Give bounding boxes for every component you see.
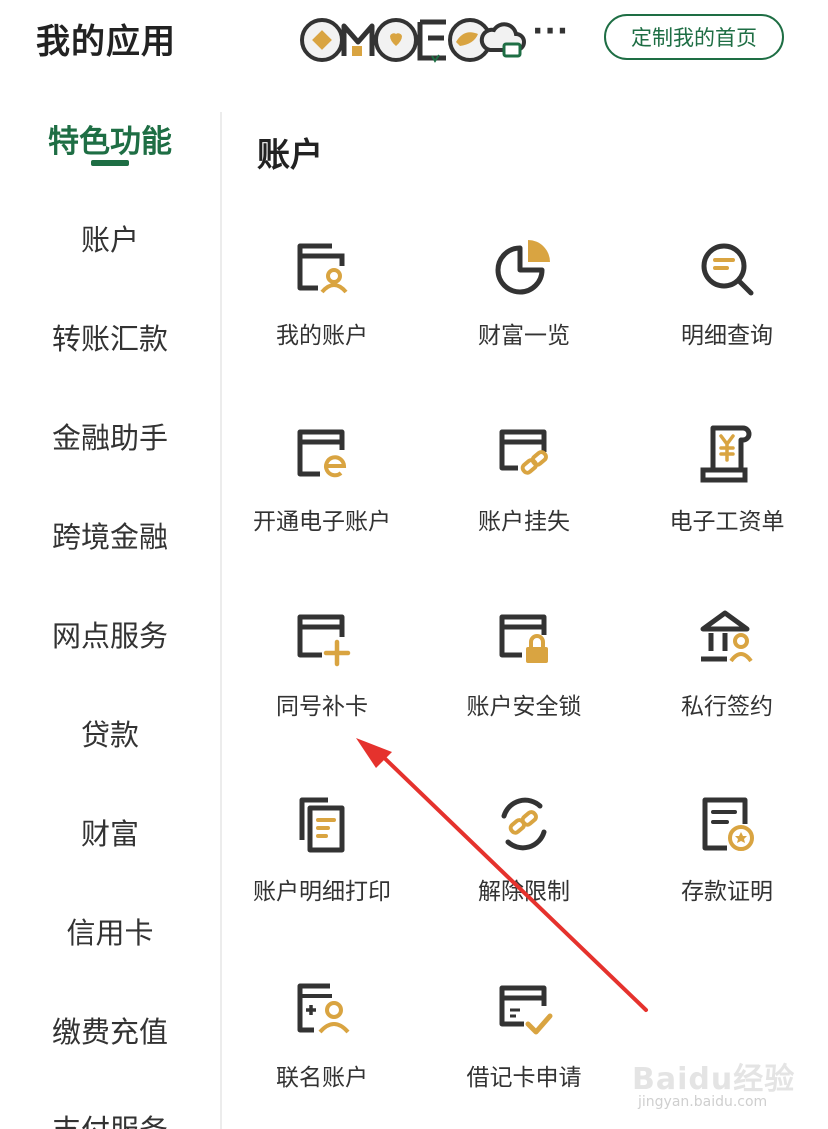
sidebar-item-wealth[interactable]: 财富	[0, 811, 220, 853]
tile-label: 同号补卡	[276, 694, 368, 720]
unlink-icon	[501, 797, 547, 851]
sidebar-item-finance-assistant[interactable]: 金融助手	[0, 415, 220, 457]
tile-label: 联名账户	[276, 1065, 368, 1091]
tile-private-banking[interactable]: 私行签约	[626, 609, 828, 759]
bank-user-icon	[700, 610, 753, 663]
tile-label: 借记卡申请	[466, 1065, 582, 1091]
card-lock-icon	[499, 614, 548, 663]
more-button[interactable]: ···	[532, 14, 569, 49]
sidebar-item-credit-card[interactable]: 信用卡	[0, 910, 220, 952]
tile-statement-print[interactable]: 账户明细打印	[221, 794, 423, 944]
tile-label: 私行签约	[681, 694, 773, 720]
tile-label: 存款证明	[681, 879, 773, 905]
active-indicator	[91, 160, 129, 166]
sidebar-item-cross-border[interactable]: 跨境金融	[0, 514, 220, 556]
header: 我的应用 ··· 定制我的首页	[0, 0, 828, 80]
payslip-icon	[700, 425, 752, 483]
category-sidebar: 特色功能 账户 转账汇款 金融助手 跨境金融 网点服务 贷款 财富 信用卡 缴费…	[0, 100, 220, 1129]
pie-chart-icon	[495, 240, 550, 295]
sidebar-item-payment-service[interactable]: 支付服务	[0, 1107, 220, 1129]
sidebar-item-loan[interactable]: 贷款	[0, 712, 220, 754]
tile-remove-restriction[interactable]: 解除限制	[423, 794, 625, 944]
tile-label: 账户明细打印	[253, 879, 391, 905]
card-check-icon	[499, 985, 553, 1035]
tile-label: 账户安全锁	[466, 694, 582, 720]
tile-deposit-certificate[interactable]: 存款证明	[626, 794, 828, 944]
tile-wealth-overview[interactable]: 财富一览	[423, 238, 625, 388]
print-docs-icon	[299, 797, 345, 853]
tile-my-account[interactable]: 我的账户	[221, 238, 423, 388]
tile-label: 电子工资单	[669, 509, 785, 535]
search-detail-icon	[701, 243, 754, 296]
sidebar-item-account[interactable]: 账户	[0, 217, 220, 259]
card-e-icon	[297, 429, 347, 478]
tile-report-loss[interactable]: 账户挂失	[423, 424, 625, 574]
customize-homepage-button[interactable]: 定制我的首页	[604, 14, 784, 60]
tile-debit-card-apply[interactable]: 借记卡申请	[423, 980, 625, 1129]
baidu-watermark: Baidu经验 jingyan.baidu.com	[632, 1040, 812, 1120]
page-title: 我的应用	[36, 22, 176, 62]
tile-detail-query[interactable]: 明细查询	[626, 238, 828, 388]
card-user-icon	[297, 243, 348, 294]
card-plus-icon	[297, 614, 351, 667]
joint-account-icon	[297, 983, 350, 1034]
tile-account-lock[interactable]: 账户安全锁	[423, 609, 625, 759]
tile-label: 明细查询	[681, 323, 773, 349]
card-link-icon	[499, 429, 548, 475]
tile-label: 解除限制	[478, 879, 570, 905]
tile-label: 账户挂失	[478, 509, 570, 535]
tile-label: 我的账户	[276, 323, 368, 349]
watermark-url: jingyan.baidu.com	[638, 1094, 768, 1110]
shortcut-icons-strip[interactable]	[300, 16, 526, 64]
watermark-logo: Baidu经验	[632, 1062, 796, 1097]
tile-joint-account[interactable]: 联名账户	[221, 980, 423, 1129]
section-title: 账户	[257, 135, 323, 174]
sidebar-item-featured[interactable]: 特色功能	[0, 116, 220, 161]
tile-label: 开通电子账户	[253, 509, 391, 535]
tile-label: 财富一览	[478, 323, 570, 349]
sidebar-item-branch-service[interactable]: 网点服务	[0, 613, 220, 655]
sidebar-item-transfer[interactable]: 转账汇款	[0, 316, 220, 358]
tile-e-payslip[interactable]: 电子工资单	[626, 424, 828, 574]
sidebar-item-bill-payment[interactable]: 缴费充值	[0, 1009, 220, 1051]
certificate-icon	[702, 797, 754, 851]
tile-open-e-account[interactable]: 开通电子账户	[221, 424, 423, 574]
tile-card-reissue[interactable]: 同号补卡	[221, 609, 423, 759]
